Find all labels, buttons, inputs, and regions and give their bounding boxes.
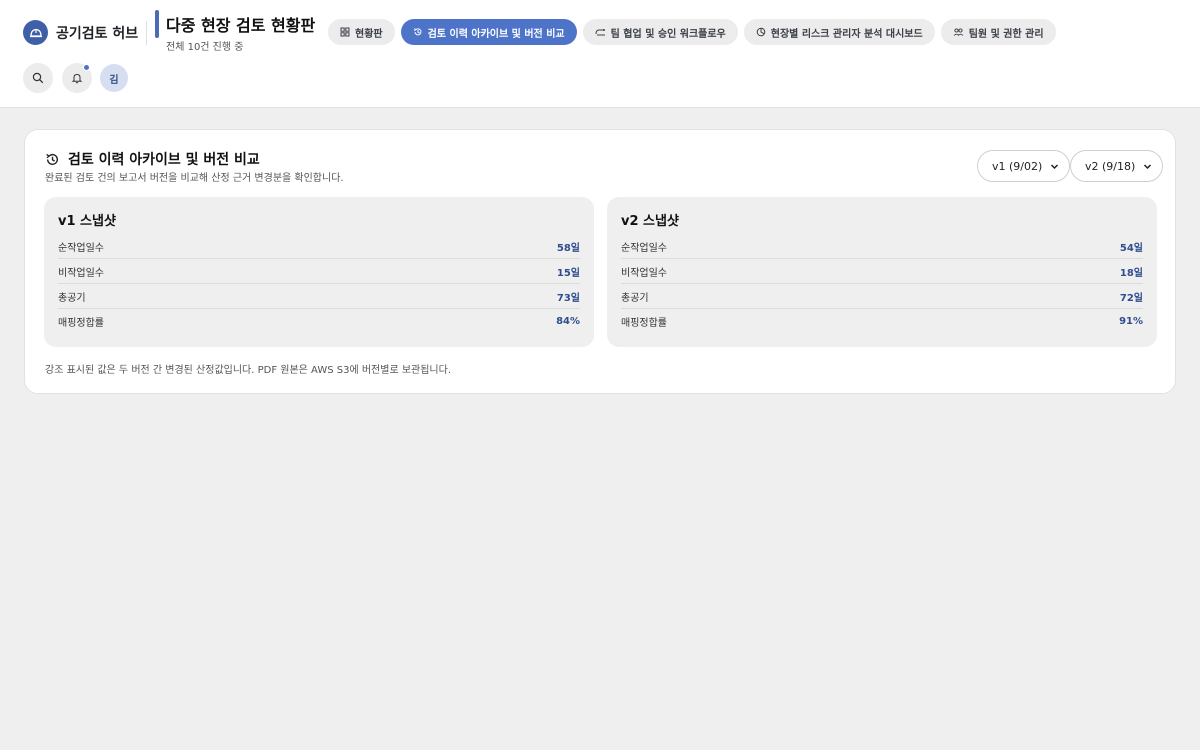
- chevron-down-icon: [1051, 163, 1059, 169]
- snapshot-row: 매핑정합률 84%: [58, 309, 580, 334]
- snapshot-rows: 순작업일수 54일 비작업일수 18일 총공기 72일 매핑정합률 91%: [621, 234, 1143, 334]
- row-label: 매핑정합률: [58, 318, 104, 329]
- version-select-b[interactable]: v2 (9/18): [1070, 150, 1164, 182]
- row-label: 비작업일수: [621, 267, 667, 279]
- brand[interactable]: 공기검토 허브: [23, 20, 138, 45]
- risk-icon: [756, 27, 766, 37]
- snapshot-row: 비작업일수 18일: [621, 259, 1143, 284]
- snapshot-v1: v1 스냅샷 순작업일수 58일 비작업일수 15일 총공기 73일 매핑정합률…: [44, 197, 594, 347]
- row-value: 84%: [556, 316, 580, 327]
- snapshot-rows: 순작업일수 58일 비작업일수 15일 총공기 73일 매핑정합률 84%: [58, 234, 580, 334]
- row-value: 73일: [556, 292, 580, 304]
- history-icon: [46, 153, 58, 165]
- row-value: 18일: [1119, 267, 1143, 279]
- snapshot-title: v1 스냅샷: [58, 214, 116, 229]
- row-value: 15일: [556, 267, 580, 279]
- snapshot-row: 총공기 72일: [621, 284, 1143, 309]
- tab-label: 현황판: [355, 28, 383, 40]
- search-icon: [32, 72, 44, 84]
- card-footnote: 강조 표시된 값은 두 버전 간 변경된 산정값입니다. PDF 원본은 AWS…: [45, 365, 452, 376]
- row-label: 순작업일수: [58, 242, 104, 254]
- card-header: 검토 이력 아카이브 및 버전 비교: [45, 149, 260, 169]
- snapshot-row: 순작업일수 58일: [58, 234, 580, 259]
- workflow-icon: [595, 29, 605, 36]
- row-label: 비작업일수: [58, 267, 104, 279]
- snapshot-row: 순작업일수 54일: [621, 234, 1143, 259]
- title-accent-bar: [155, 10, 159, 38]
- version-select-b-value: v2 (9/18): [1085, 159, 1136, 173]
- team-icon: [953, 28, 964, 36]
- row-label: 총공기: [621, 292, 649, 304]
- row-label: 순작업일수: [621, 242, 667, 254]
- search-button[interactable]: [23, 63, 53, 93]
- row-value: 58일: [556, 242, 580, 254]
- card-title: 검토 이력 아카이브 및 버전 비교: [68, 152, 260, 168]
- header-divider: [146, 21, 147, 45]
- brand-name: 공기검토 허브: [56, 25, 139, 42]
- tab-label: 팀 협업 및 승인 워크플로우: [610, 28, 726, 40]
- chevron-down-icon: [1144, 163, 1152, 169]
- row-value: 91%: [1119, 316, 1143, 327]
- snapshot-row: 매핑정합률 91%: [621, 309, 1143, 334]
- snapshot-row: 총공기 73일: [58, 284, 580, 309]
- row-value: 54일: [1119, 242, 1143, 254]
- top-header: 공기검토 허브 다중 현장 검토 현황판 전체 10건 진행 중 현황판 검토 …: [0, 0, 1200, 108]
- page-title: 다중 현장 검토 현황판: [166, 16, 316, 35]
- card-description: 완료된 검토 건의 보고서 버전을 비교해 산정 근거 변경분을 확인합니다.: [45, 173, 344, 184]
- notification-button[interactable]: [62, 63, 92, 93]
- notification-dot: [83, 64, 90, 71]
- hardhat-icon: [23, 20, 48, 45]
- row-label: 매핑정합률: [621, 318, 667, 329]
- tab-archive[interactable]: 검토 이력 아카이브 및 버전 비교: [400, 19, 577, 45]
- row-label: 총공기: [58, 292, 86, 304]
- avatar[interactable]: 김: [100, 64, 128, 92]
- nav-tabs: 현황판 검토 이력 아카이브 및 버전 비교 팀 협업 및 승인 워크플로우 현…: [328, 19, 1056, 45]
- tab-risk[interactable]: 현장별 리스크 관리자 분석 대시보드: [743, 19, 935, 45]
- version-select-a[interactable]: v1 (9/02): [977, 150, 1071, 182]
- bell-icon: [71, 73, 83, 84]
- history-icon: [413, 28, 422, 36]
- dashboard-icon: [340, 27, 350, 37]
- snapshot-row: 비작업일수 15일: [58, 259, 580, 284]
- row-value: 72일: [1119, 292, 1143, 304]
- snapshot-v2: v2 스냅샷 순작업일수 54일 비작업일수 18일 총공기 72일 매핑정합률…: [607, 197, 1157, 347]
- page-subtitle: 전체 10건 진행 중: [166, 42, 244, 53]
- tab-label: 팀원 및 권한 관리: [968, 28, 1044, 40]
- archive-card: 검토 이력 아카이브 및 버전 비교 완료된 검토 건의 보고서 버전을 비교해…: [24, 129, 1176, 394]
- snapshot-title: v2 스냅샷: [621, 214, 679, 229]
- tab-label: 현장별 리스크 관리자 분석 대시보드: [770, 28, 923, 40]
- tab-label: 검토 이력 아카이브 및 버전 비교: [427, 28, 565, 40]
- version-select-a-value: v1 (9/02): [992, 159, 1043, 173]
- tab-workflow[interactable]: 팀 협업 및 승인 워크플로우: [582, 19, 738, 45]
- title-block: 다중 현장 검토 현황판 전체 10건 진행 중: [166, 12, 315, 53]
- tab-dashboard[interactable]: 현황판: [328, 19, 395, 45]
- tab-team[interactable]: 팀원 및 권한 관리: [940, 19, 1056, 45]
